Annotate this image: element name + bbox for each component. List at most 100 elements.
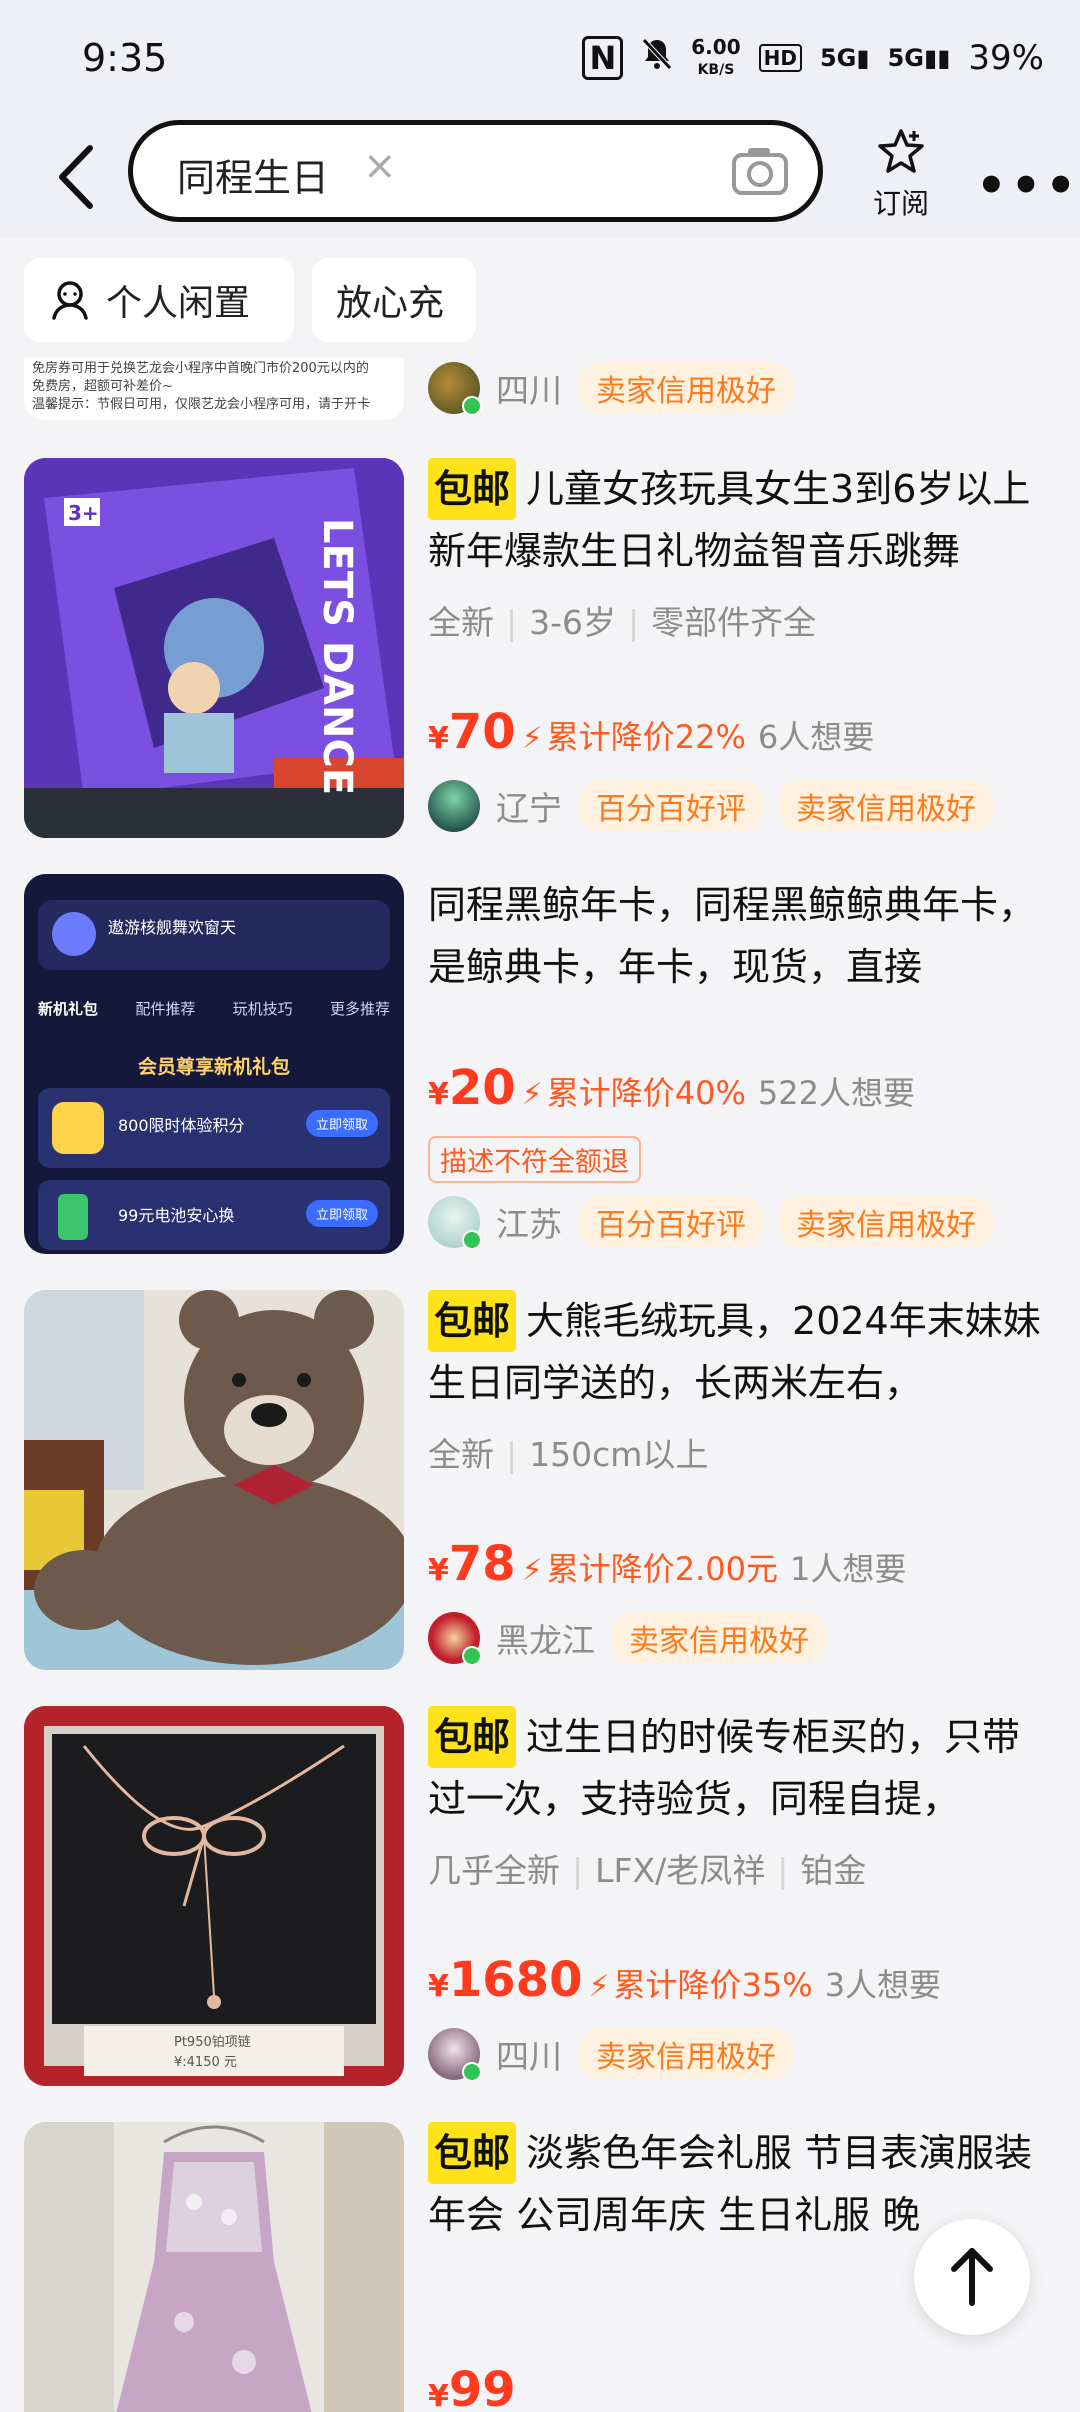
list-item[interactable]: 遨游核舰舞欢窗天 新机礼包 配件推荐 玩机技巧 更多推荐 会员尊享新机礼包 80… [0, 874, 1080, 1274]
online-dot [462, 1646, 482, 1666]
thumb-text: 立即领取 [305, 1110, 378, 1137]
filter-label: 个人闲置 [106, 283, 251, 324]
lightning-icon: ⚡ [521, 721, 543, 756]
tag: 全新 [428, 603, 494, 642]
seller-badge: 百分百好评 [578, 1196, 764, 1248]
product-thumbnail [24, 1290, 404, 1670]
status-bar: 9:35 N 6.00 KB/S HD 5G▮ 5G▮▮ 39% [0, 0, 1080, 120]
seller-row: 黑龙江 卖家信用极好 [428, 1612, 841, 1666]
net-speed-value: 6.00 [691, 34, 741, 59]
subscribe-button[interactable]: 订阅 [866, 128, 936, 222]
box-text: LETS DANCE [314, 518, 360, 795]
necklace-image: Pt950铂项链 ¥:4150 元 [24, 1706, 404, 2086]
want-count: 6人想要 [757, 718, 875, 756]
item-tags: 全新 | 150cm以上 [428, 1428, 1058, 1476]
tag-separator: | [506, 1435, 518, 1474]
search-input[interactable]: 同程生日 × [128, 120, 823, 222]
more-options-icon[interactable]: ••• [976, 158, 1080, 214]
signal-1-label: 5G [819, 44, 857, 72]
item-price: 99 [448, 2362, 516, 2412]
item-title: 同程黑鲸年卡，同程黑鲸鲸典年卡，是鲸典卡，年卡，现货，直接 [428, 883, 1037, 989]
battery-level: 39% [968, 38, 1044, 78]
seller-row: 辽宁 百分百好评 卖家信用极好 [428, 780, 1008, 832]
want-count: 1人想要 [790, 1550, 907, 1588]
star-subscribe-icon [878, 129, 924, 173]
list-item[interactable]: 包邮 大熊毛绒玩具，2024年末妹妹生日同学送的，长两米左右， 全新 | 150cm以… [0, 1290, 1080, 1690]
free-shipping-badge: 包邮 [428, 1290, 517, 1352]
currency-symbol: ¥ [428, 1553, 449, 1588]
filter-label: 放心充 [336, 283, 445, 324]
seller-region: 四川 [496, 2037, 562, 2076]
seller-region: 黑龙江 [496, 1621, 595, 1660]
hd-badge: HD [758, 44, 802, 72]
currency-symbol: ¥ [428, 1969, 449, 2004]
box-age-badge: 3+ [68, 501, 99, 525]
item-price: 1680 [448, 1952, 583, 2008]
tag-separator: | [572, 1851, 584, 1890]
thumb-text: 免费房，超额可补差价~ [32, 379, 173, 394]
back-arrow-icon[interactable] [52, 142, 100, 212]
search-query[interactable]: 同程生日 [177, 147, 329, 202]
dance-mat-box-image: LETS DANCE 3+ [24, 458, 404, 838]
tag: 几乎全新 [428, 1851, 560, 1890]
filter-bar: 个人闲置 放心充 [0, 238, 1080, 358]
signal-2: 5G▮▮ [887, 44, 951, 72]
search-header: 同程生日 × 订阅 ••• [0, 120, 1080, 238]
item-title-text: 过生日的时候专柜买的，只带过一次，支持验货，同程自提， [428, 1715, 1021, 1821]
mute-bell-icon [641, 37, 673, 80]
seller-badge: 卖家信用极好 [778, 1196, 994, 1248]
free-shipping-badge: 包邮 [428, 458, 517, 520]
seller-badge: 卖家信用极好 [611, 1612, 827, 1664]
item-info: 包邮 儿童女孩玩具女生3到6岁以上新年爆款生日礼物益智音乐跳舞 全新 | 3-6岁 | 零… [428, 458, 1058, 832]
item-title: 包邮 过生日的时候专柜买的，只带过一次，支持验货，同程自提， [428, 1706, 1058, 1830]
seller-badge: 卖家信用极好 [778, 780, 994, 832]
back-to-top-button[interactable] [914, 2219, 1030, 2335]
item-title: 包邮 儿童女孩玩具女生3到6岁以上新年爆款生日礼物益智音乐跳舞 [428, 458, 1058, 582]
tag: 3-6岁 [529, 603, 617, 642]
thumb-text: 新机礼包 [38, 1000, 99, 1018]
want-count: 3人想要 [824, 1966, 942, 2004]
signal-2-label: 5G [887, 44, 924, 72]
free-shipping-badge: 包邮 [428, 2122, 517, 2184]
seller-region: 江苏 [496, 1205, 562, 1244]
item-info: 包邮 大熊毛绒玩具，2024年末妹妹生日同学送的，长两米左右， 全新 | 150cm以… [428, 1290, 1058, 1666]
thumb-text: 温馨提示：节假日可用，仅限艺龙会小程序可用，请于开卡 [32, 397, 371, 412]
price-drop: 累计降价40% [546, 1074, 746, 1112]
online-dot [462, 2062, 482, 2082]
price-row: ¥70 ⚡ 累计降价22% 6人想要 [428, 704, 874, 760]
item-info: 同程黑鲸年卡，同程黑鲸鲸典年卡，是鲸典卡，年卡，现货，直接 ¥20 ⚡ 累计降价40… [428, 874, 1058, 1250]
seller-avatar [428, 780, 480, 832]
filter-personal-idle[interactable]: 个人闲置 [24, 258, 294, 342]
currency-symbol: ¥ [428, 1077, 449, 1112]
item-price: 20 [448, 1060, 516, 1116]
lightning-icon: ⚡ [521, 1077, 543, 1112]
price-drop: 累计降价35% [613, 1966, 813, 2004]
product-thumbnail [24, 2122, 404, 2412]
camera-icon[interactable] [730, 143, 790, 199]
item-info: 包邮 过生日的时候专柜买的，只带过一次，支持验货，同程自提， 几乎全新 | LFX/老… [428, 1706, 1058, 2082]
clear-search-icon[interactable]: × [363, 143, 397, 189]
item-tags: 全新 | 3-6岁 | 零部件齐全 [428, 596, 1058, 644]
tag-separator: | [506, 603, 518, 642]
tag-separator: | [628, 603, 640, 642]
free-shipping-badge: 包邮 [428, 1706, 517, 1768]
thumb-text: 配件推荐 [135, 1000, 196, 1018]
thumb-label: Pt950铂项链 [174, 2034, 251, 2050]
thumb-price-tag: ¥:4150 元 [174, 2055, 237, 2070]
lightning-icon: ⚡ [521, 1553, 543, 1588]
list-item[interactable]: LETS DANCE 3+ 包邮 儿童女孩玩具女生3到6岁以上新年爆款生日礼物益智… [0, 458, 1080, 858]
product-thumbnail: 免房券可用于兑换艺龙会小程序中首晚门市价200元以内的 免费房，超额可补差价~ … [24, 358, 404, 420]
filter-safe-recharge[interactable]: 放心充 [312, 258, 476, 342]
net-speed: 6.00 KB/S [691, 37, 740, 80]
status-icons: N 6.00 KB/S HD 5G▮ 5G▮▮ 39% [582, 36, 1044, 80]
tag: 150cm以上 [529, 1435, 709, 1474]
thumb-text: 玩机技巧 [232, 1000, 293, 1018]
list-item[interactable]: Pt950铂项链 ¥:4150 元 包邮 过生日的时候专柜买的，只带过一次，支持验… [0, 1706, 1080, 2106]
tag: LFX/老凤祥 [595, 1851, 766, 1890]
list-item-partial[interactable]: 免房券可用于兑换艺龙会小程序中首晚门市价200元以内的 免费房，超额可补差价~ … [0, 358, 1080, 430]
person-chat-icon [52, 281, 88, 320]
tag: 铂金 [800, 1851, 867, 1890]
item-tags: 几乎全新 | LFX/老凤祥 | 铂金 [428, 1844, 1058, 1892]
thumb-card: 800限时体验积分 立即领取 [38, 1088, 390, 1168]
status-time: 9:35 [82, 36, 168, 80]
